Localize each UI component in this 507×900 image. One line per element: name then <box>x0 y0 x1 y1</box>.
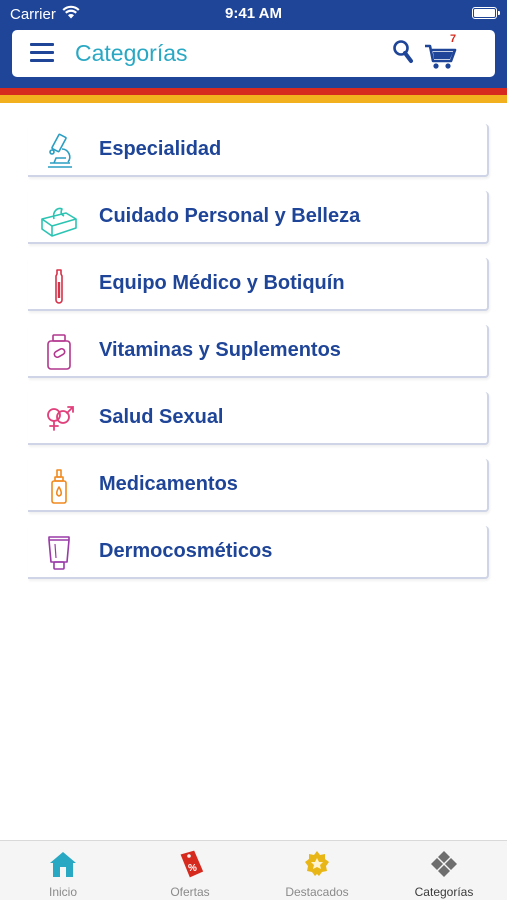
tab-inicio[interactable]: Inicio <box>0 841 126 900</box>
battery-icon <box>472 7 500 19</box>
cart-count-badge: 7 <box>450 33 457 45</box>
category-salud-sexual[interactable]: Salud Sexual <box>28 392 489 445</box>
category-cuidado-personal[interactable]: Cuidado Personal y Belleza <box>28 191 489 244</box>
tab-label: Ofertas <box>170 885 210 899</box>
category-label: Salud Sexual <box>99 406 224 428</box>
category-label: Vitaminas y Suplementos <box>99 339 341 361</box>
page-title: Categorías <box>75 40 188 66</box>
tab-bar: Inicio % Ofertas Destacados Categorías <box>0 840 507 900</box>
cream-tube-icon <box>48 536 70 570</box>
diamond-grid-icon <box>431 851 457 877</box>
category-medicamentos[interactable]: Medicamentos <box>28 459 489 512</box>
category-list: Especialidad Cuidado Personal y Belleza … <box>28 124 490 593</box>
cart-icon <box>425 44 457 69</box>
menu-button[interactable] <box>30 42 56 64</box>
svg-text:%: % <box>188 863 197 874</box>
tab-categorias[interactable]: Categorías <box>381 841 507 900</box>
header-stripe-red <box>0 88 507 95</box>
tab-ofertas[interactable]: % Ofertas <box>127 841 253 900</box>
tab-label: Destacados <box>285 885 349 899</box>
category-especialidad[interactable]: Especialidad <box>28 124 489 177</box>
cart-button[interactable]: 7 <box>424 33 464 70</box>
home-icon <box>50 852 76 877</box>
tab-label: Inicio <box>48 885 77 899</box>
header-stripe-yellow <box>0 95 507 103</box>
badge-icon <box>305 851 329 876</box>
search-button[interactable] <box>392 39 418 67</box>
tissue-box-icon <box>41 207 77 237</box>
category-label: Medicamentos <box>99 473 238 495</box>
search-icon <box>393 40 413 63</box>
microscope-icon <box>48 133 72 168</box>
category-dermocosmeticos[interactable]: Dermocosméticos <box>28 526 489 579</box>
gender-symbols-icon <box>47 406 74 431</box>
category-label: Dermocosméticos <box>99 540 273 562</box>
clock: 9:41 AM <box>225 5 282 22</box>
category-label: Cuidado Personal y Belleza <box>99 205 361 227</box>
dropper-bottle-icon <box>51 469 67 504</box>
status-bar: Carrier 9:41 AM <box>0 0 507 28</box>
category-label: Especialidad <box>99 138 222 160</box>
tab-label: Categorías <box>414 885 474 899</box>
pill-bottle-icon <box>47 334 71 370</box>
category-label: Equipo Médico y Botiquín <box>99 272 345 294</box>
top-bar: Categorías 7 <box>12 30 495 77</box>
category-vitaminas[interactable]: Vitaminas y Suplementos <box>28 325 489 378</box>
tab-destacados[interactable]: Destacados <box>254 841 380 900</box>
thermometer-icon <box>55 269 63 304</box>
category-equipo-medico[interactable]: Equipo Médico y Botiquín <box>28 258 489 311</box>
price-tag-icon: % <box>180 850 204 878</box>
